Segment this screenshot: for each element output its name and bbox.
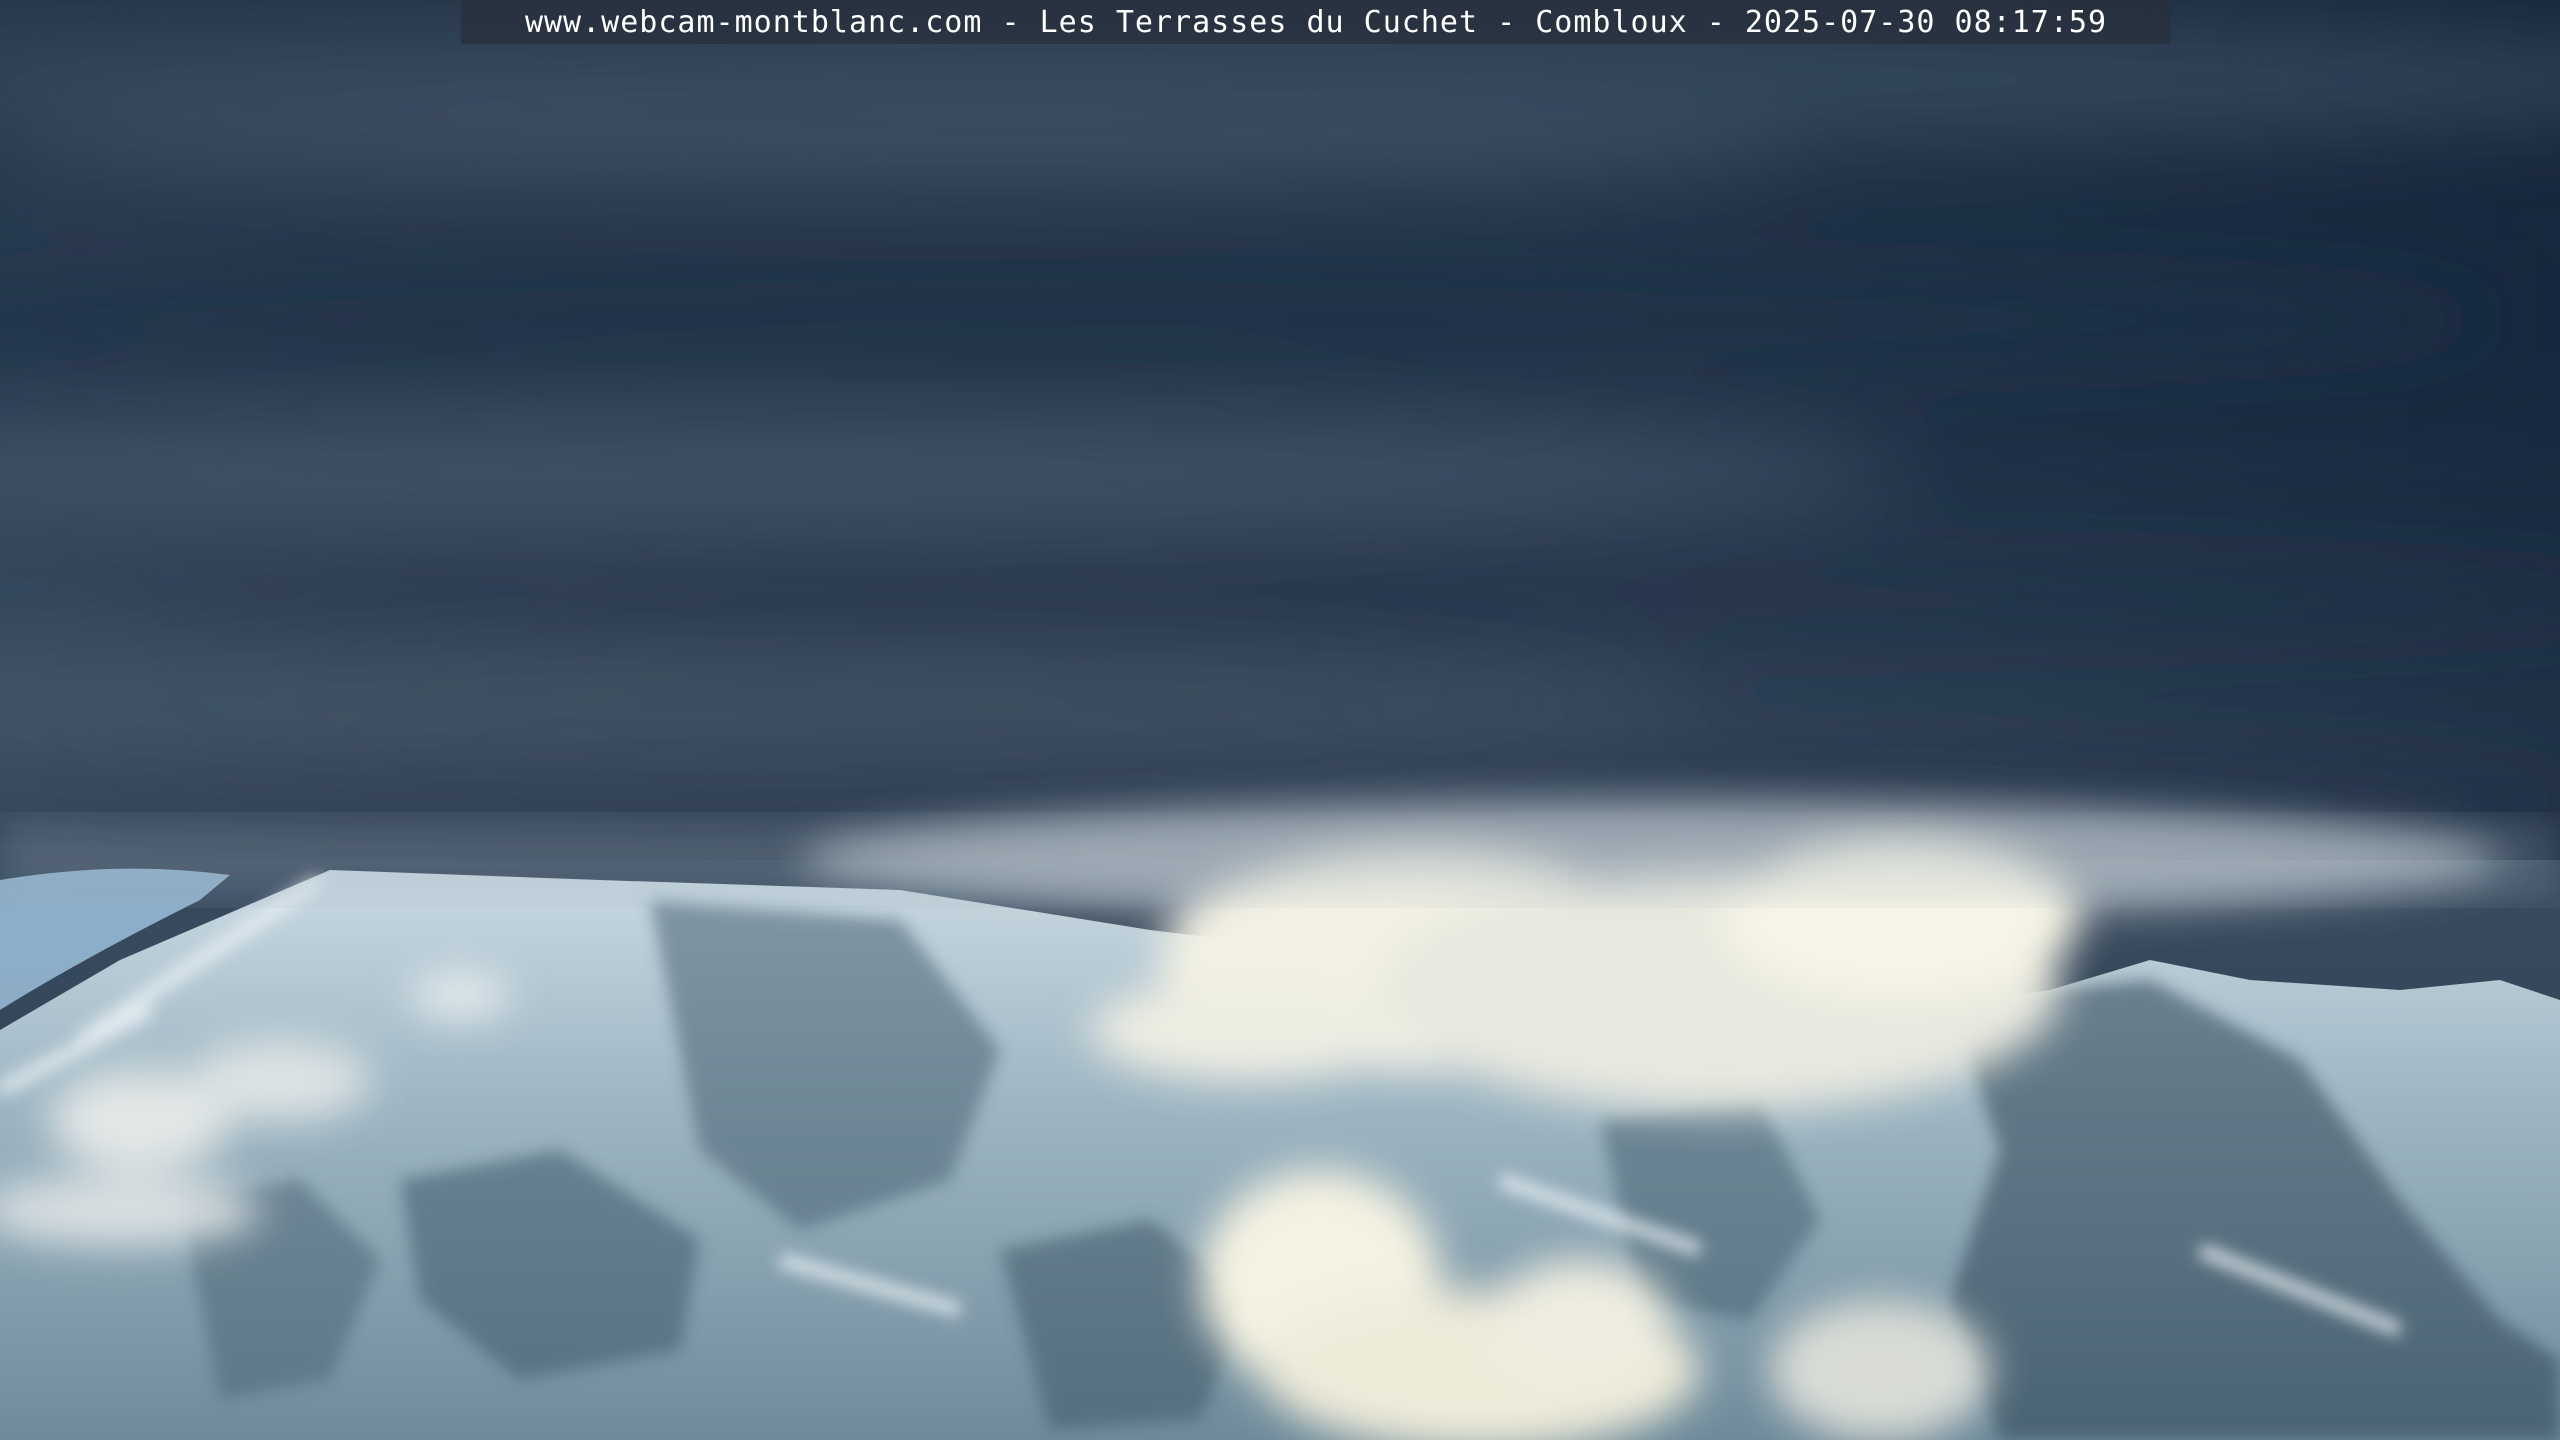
webcam-caption: www.webcam-montblanc.com - Les Terrasses… — [524, 4, 2108, 40]
webcam-caption-bar: www.webcam-montblanc.com - Les Terrasses… — [461, 0, 2171, 44]
atmospheric-haze — [0, 820, 2560, 900]
mountain-landscape-image — [0, 0, 2560, 1440]
webcam-scene: www.webcam-montblanc.com - Les Terrasses… — [0, 0, 2560, 1440]
